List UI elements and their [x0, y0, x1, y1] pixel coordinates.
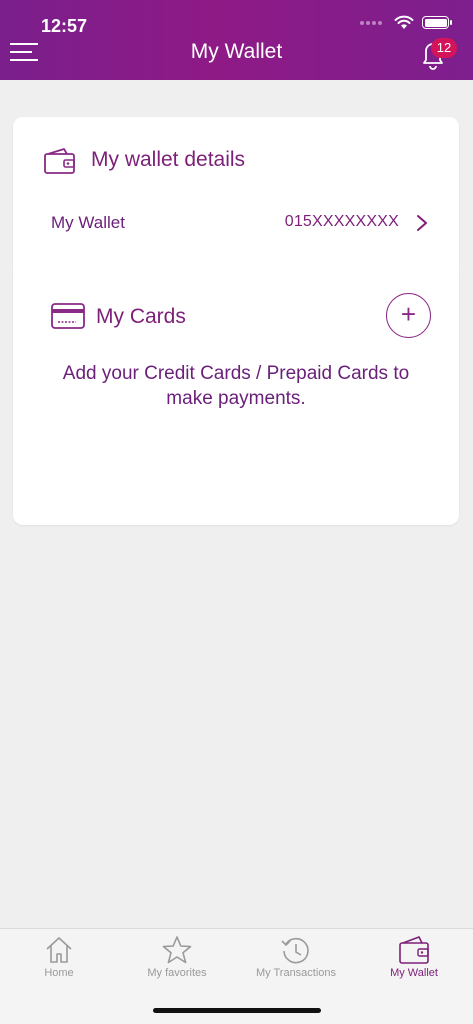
history-icon [281, 937, 309, 964]
wallet-icon [399, 936, 429, 964]
status-time: 12:57 [41, 16, 88, 36]
tab-home[interactable]: Home [0, 929, 118, 999]
status-icons [360, 15, 452, 30]
home-indicator[interactable] [153, 1008, 321, 1013]
battery-icon [422, 16, 452, 29]
wallet-details-title: My wallet details [91, 148, 246, 171]
home-icon [46, 937, 72, 963]
wallet-number: 015XXXXXXXX [284, 213, 399, 230]
my-cards-card: My Cards + Add your Credit Cards / Prepa… [13, 263, 459, 525]
tab-transactions[interactable]: My Transactions [237, 929, 355, 999]
notification-badge: 12 [431, 38, 457, 58]
tab-label-home: Home [44, 967, 74, 979]
my-cards-title: My Cards [96, 305, 186, 328]
tab-label-transactions: My Transactions [255, 967, 337, 979]
empty-cards-message: Add your Credit Cards / Prepaid Cards to… [62, 363, 410, 409]
wifi-icon [394, 15, 414, 29]
tab-label-favorites: My favorites [147, 967, 207, 979]
wallet-icon [44, 148, 75, 174]
wallet-row[interactable]: My Wallet 015XXXXXXXX [13, 197, 459, 247]
tab-favorites[interactable]: My favorites [118, 929, 236, 999]
app-header: 12:57 My Wallet 12 [0, 0, 473, 80]
signal-icon [360, 20, 382, 25]
add-card-button[interactable]: + [386, 293, 431, 338]
star-icon [162, 936, 192, 964]
tab-wallet[interactable]: My Wallet [355, 929, 473, 999]
page-title: My Wallet [190, 40, 283, 63]
chevron-right-icon [417, 215, 427, 231]
credit-card-icon [51, 303, 85, 329]
wallet-details-card: My wallet details My Wallet 015XXXXXXXX [13, 117, 459, 277]
tab-label-wallet: My Wallet [390, 967, 438, 979]
wallet-row-label: My Wallet [51, 213, 125, 232]
